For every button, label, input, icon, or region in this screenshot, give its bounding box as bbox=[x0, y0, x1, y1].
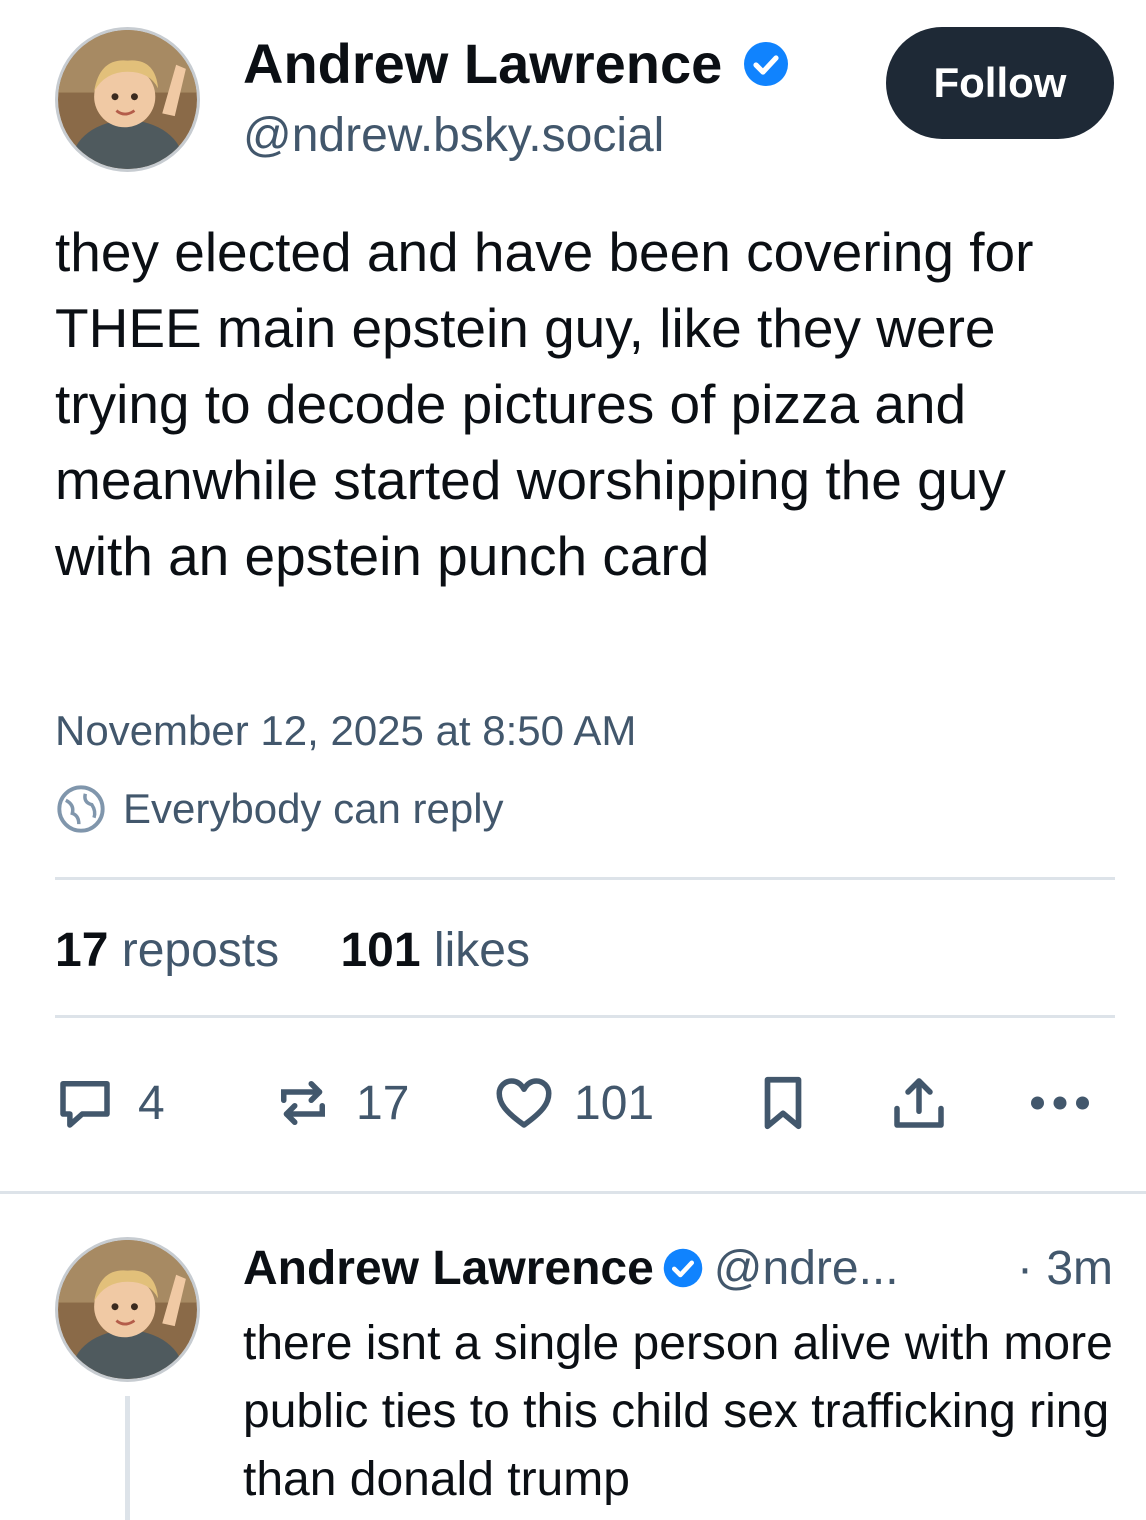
share-icon bbox=[894, 1078, 944, 1128]
author-handle[interactable]: @ndrew.bsky.social bbox=[243, 108, 664, 164]
repost-button[interactable]: 17 bbox=[270, 1070, 409, 1136]
reposts-stat[interactable]: 17 reposts bbox=[55, 924, 292, 977]
likes-label: likes bbox=[433, 924, 530, 977]
thread-line bbox=[125, 1396, 130, 1520]
reposts-count: 17 bbox=[55, 924, 109, 977]
more-options-button[interactable] bbox=[1025, 1070, 1095, 1136]
like-button[interactable]: 101 bbox=[490, 1070, 654, 1136]
author-name-text[interactable]: Andrew Lawrence bbox=[243, 32, 722, 95]
reply-author-name[interactable]: Andrew Lawrence bbox=[243, 1241, 654, 1296]
likes-stat[interactable]: 101 likes bbox=[340, 924, 529, 977]
repost-icon bbox=[281, 1081, 325, 1125]
likes-count: 101 bbox=[340, 924, 421, 977]
globe-icon bbox=[57, 785, 105, 833]
like-action-count: 101 bbox=[574, 1076, 655, 1130]
section-divider bbox=[0, 1191, 1146, 1194]
reposts-label: reposts bbox=[121, 924, 280, 977]
post-timestamp[interactable]: November 12, 2025 at 8:50 AM bbox=[55, 705, 636, 757]
reply-header: Andrew Lawrence @ndre... · 3m bbox=[243, 1238, 1113, 1298]
reply-time[interactable]: · 3m bbox=[1017, 1241, 1113, 1296]
more-icon bbox=[1031, 1096, 1089, 1110]
reply-count: 4 bbox=[138, 1076, 165, 1130]
heart-icon bbox=[496, 1078, 552, 1128]
bookmark-button[interactable] bbox=[752, 1070, 814, 1136]
reply-button[interactable]: 4 bbox=[52, 1070, 165, 1136]
repost-action-count: 17 bbox=[356, 1076, 410, 1130]
verified-badge-icon bbox=[663, 1248, 703, 1288]
reply-setting-text: Everybody can reply bbox=[123, 785, 504, 832]
divider bbox=[55, 877, 1115, 880]
reply-author-handle[interactable]: @ndre... bbox=[714, 1241, 899, 1296]
reply-author-avatar[interactable] bbox=[55, 1237, 200, 1382]
divider bbox=[55, 1015, 1115, 1018]
author-avatar[interactable] bbox=[55, 27, 200, 172]
verified-badge-icon bbox=[743, 42, 788, 87]
reply-text: there isnt a single person alive with mo… bbox=[243, 1317, 1113, 1506]
post-stats: 17 reposts 101 likes bbox=[55, 922, 530, 980]
reply-setting[interactable]: Everybody can reply bbox=[55, 783, 504, 835]
follow-button[interactable]: Follow bbox=[886, 27, 1114, 139]
author-name[interactable]: Andrew Lawrence bbox=[243, 32, 790, 96]
post-text: they elected and have been covering for … bbox=[55, 221, 1034, 587]
share-button[interactable] bbox=[886, 1070, 952, 1136]
bookmark-icon bbox=[764, 1076, 802, 1130]
reply-icon bbox=[60, 1081, 110, 1128]
